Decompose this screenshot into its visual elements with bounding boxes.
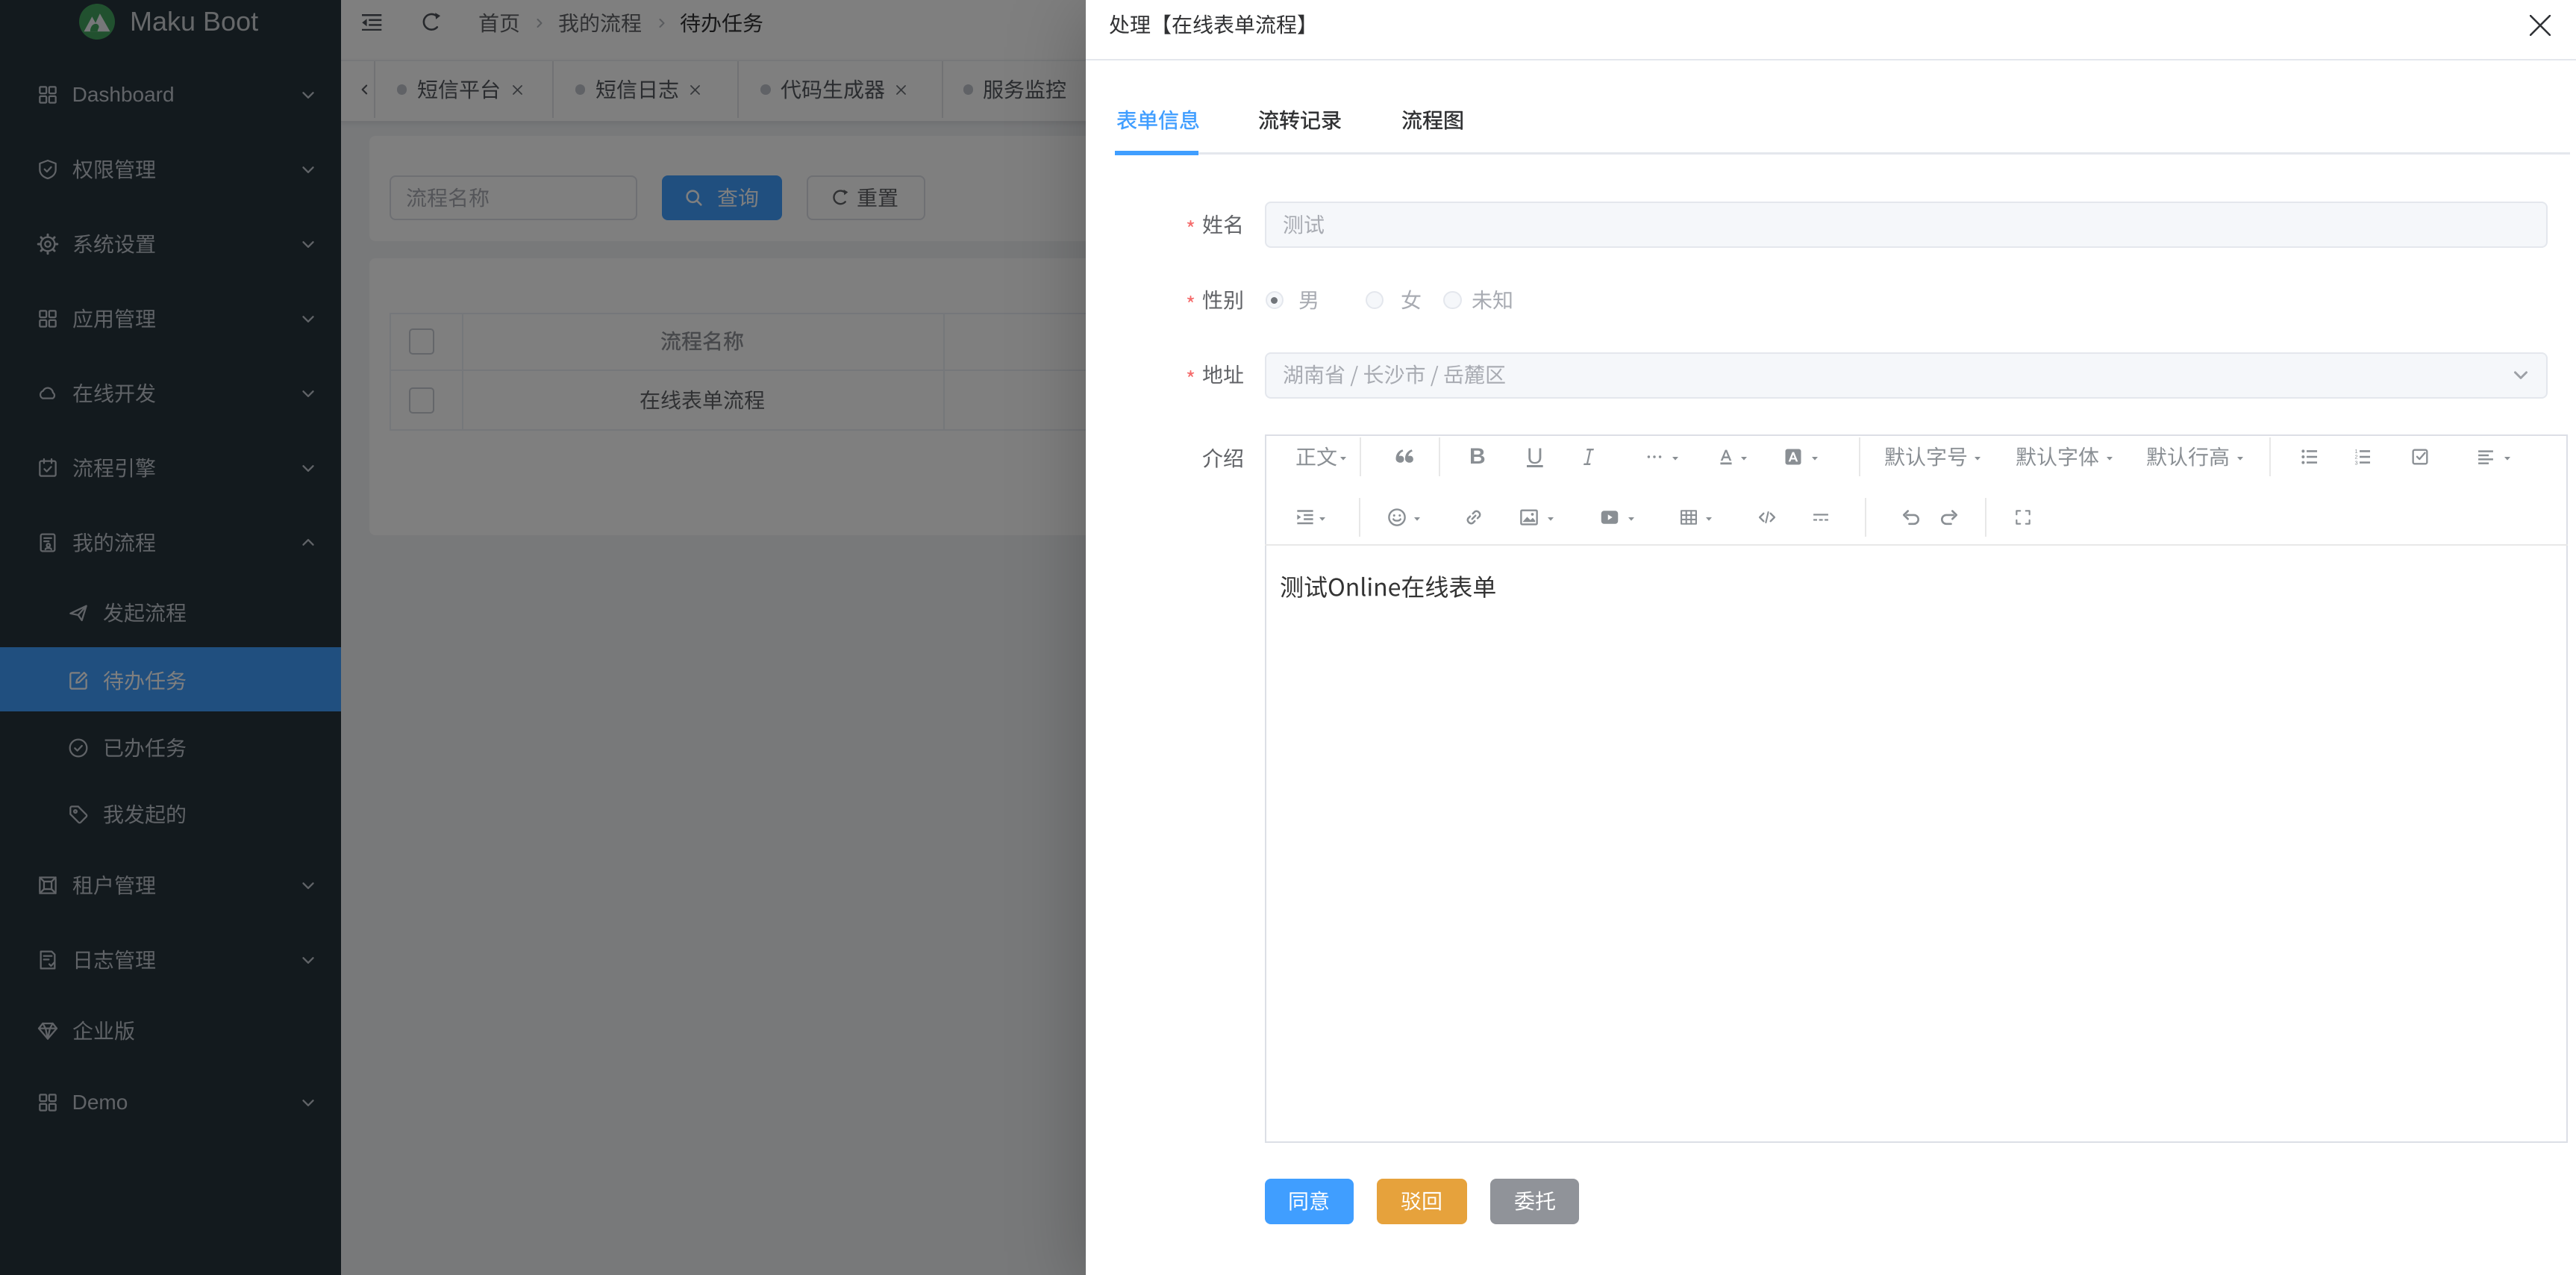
svg-text:3: 3 xyxy=(2355,459,2358,466)
